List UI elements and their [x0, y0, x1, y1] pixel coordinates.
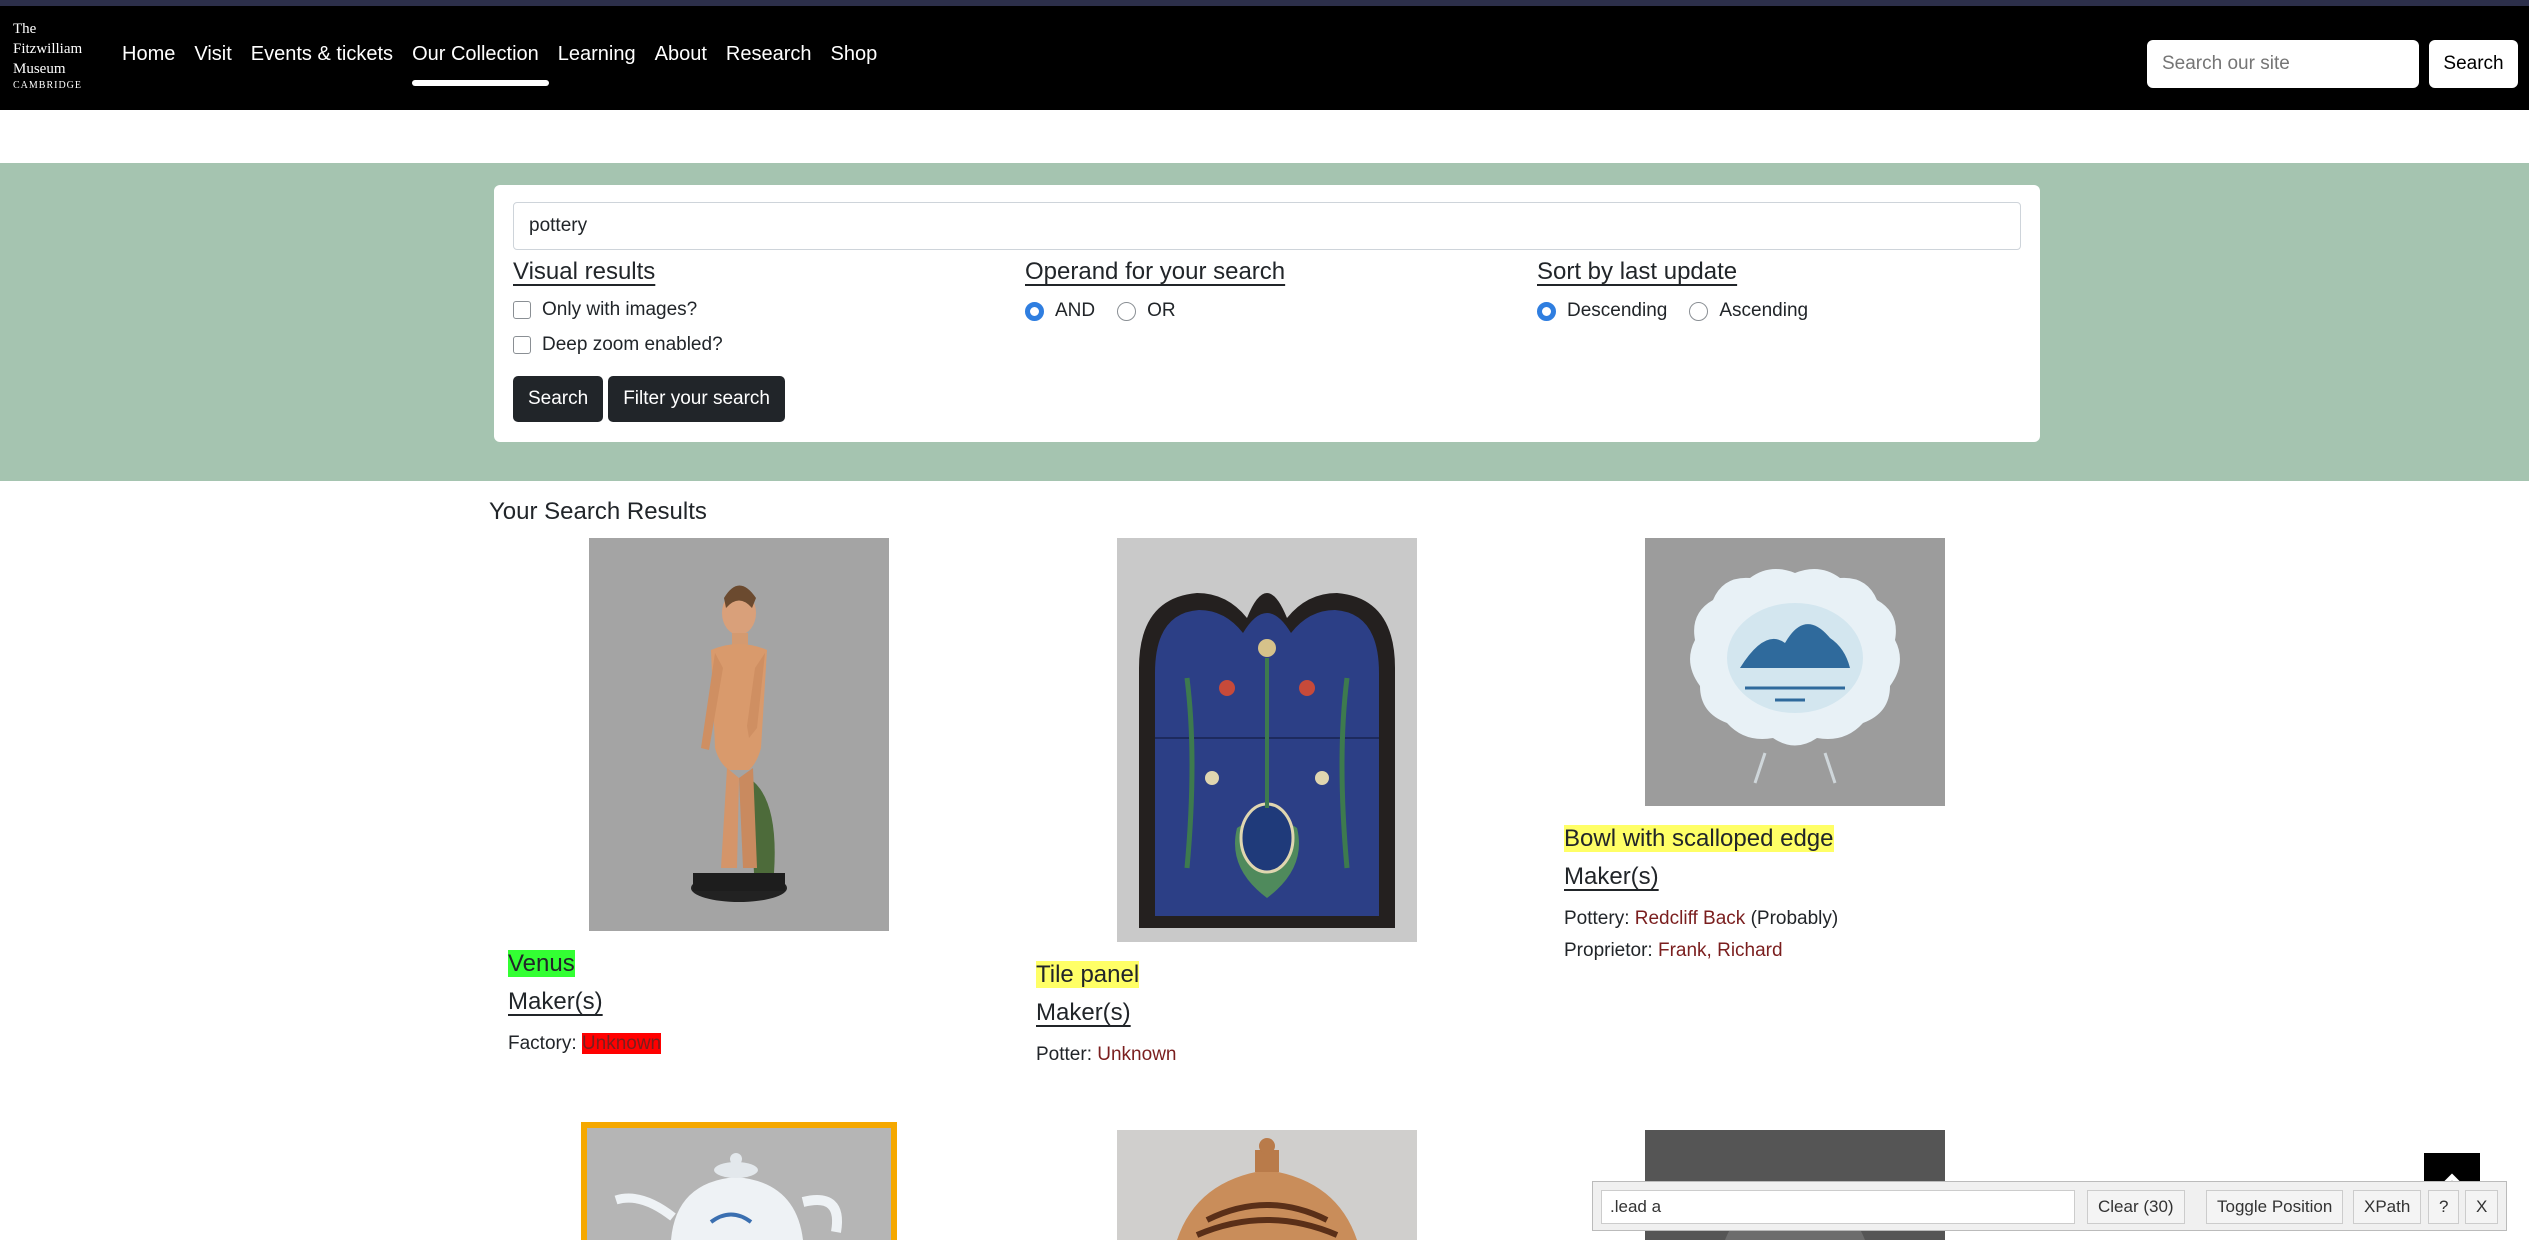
- logo-line: Museum: [13, 61, 66, 77]
- makers-heading: Maker(s): [1564, 863, 1659, 890]
- makers-heading: Maker(s): [508, 988, 603, 1015]
- nav-events[interactable]: Events & tickets: [251, 43, 393, 86]
- logo-line: The: [13, 21, 37, 37]
- result-title-text[interactable]: Tile panel: [1036, 961, 1140, 988]
- result-title[interactable]: Tile panel: [1036, 961, 1140, 989]
- selector-input[interactable]: [1601, 1190, 2075, 1224]
- deep-zoom-option[interactable]: Deep zoom enabled?: [513, 334, 723, 356]
- close-toolbar-button[interactable]: X: [2465, 1190, 2499, 1224]
- maker-qualifier: (Probably): [1750, 908, 1839, 929]
- operand-or[interactable]: OR: [1117, 300, 1176, 322]
- nav-about[interactable]: About: [655, 43, 707, 86]
- maker-role: Proprietor:: [1564, 940, 1653, 961]
- visual-results-title: Visual results: [513, 258, 656, 285]
- results-heading: Your Search Results: [489, 498, 707, 525]
- jar-image[interactable]: [1117, 1130, 1417, 1240]
- maker-role: Factory:: [508, 1033, 577, 1054]
- maker-line: Pottery: Redcliff Back (Probably) Propri…: [1564, 903, 1838, 967]
- sort-ascending[interactable]: Ascending: [1689, 300, 1808, 322]
- result-title[interactable]: Bowl with scalloped edge: [1564, 825, 1834, 853]
- maker-link[interactable]: Frank, Richard: [1658, 940, 1783, 961]
- nav-our-collection[interactable]: Our Collection: [412, 43, 549, 86]
- maker-link[interactable]: Unknown: [1097, 1044, 1176, 1065]
- nav-shop[interactable]: Shop: [831, 43, 878, 86]
- xpath-button[interactable]: XPath: [2353, 1190, 2422, 1224]
- help-button[interactable]: ?: [2428, 1190, 2460, 1224]
- site-header: The Fitzwilliam Museum CAMBRIDGE Home Vi…: [0, 6, 2529, 110]
- logo-subline: CAMBRIDGE: [13, 80, 83, 91]
- or-radio[interactable]: [1117, 301, 1137, 321]
- deep-zoom-label: Deep zoom enabled?: [542, 334, 723, 355]
- museum-logo[interactable]: The Fitzwilliam Museum CAMBRIDGE: [13, 19, 82, 93]
- operand-title: Operand for your search: [1025, 258, 1286, 285]
- result-title[interactable]: Venus: [508, 950, 575, 978]
- sort-descending[interactable]: Descending: [1537, 300, 1667, 322]
- or-label: OR: [1147, 300, 1176, 321]
- sort-title: Sort by last update: [1537, 258, 1738, 285]
- ascending-radio[interactable]: [1689, 301, 1709, 321]
- maker-line: Factory: Unknown: [508, 1028, 662, 1060]
- and-label: AND: [1055, 300, 1096, 321]
- clear-button[interactable]: Clear (30): [2087, 1190, 2185, 1224]
- site-search-input[interactable]: [2147, 40, 2419, 88]
- ascending-label: Ascending: [1719, 300, 1809, 321]
- images-only-option[interactable]: Only with images?: [513, 299, 723, 321]
- images-only-label: Only with images?: [542, 299, 698, 320]
- query-input[interactable]: [513, 202, 2021, 250]
- maker-role: Pottery:: [1564, 908, 1630, 929]
- maker-role: Potter:: [1036, 1044, 1092, 1065]
- bowl-image[interactable]: [1645, 538, 1945, 806]
- descending-label: Descending: [1567, 300, 1668, 321]
- descending-radio[interactable]: [1537, 301, 1556, 321]
- teapot-image-selected[interactable]: [581, 1122, 897, 1240]
- search-card: Visual results Only with images? Deep zo…: [494, 185, 2040, 442]
- makers-heading: Maker(s): [1036, 999, 1131, 1026]
- toggle-position-button[interactable]: Toggle Position: [2206, 1190, 2344, 1224]
- venus-image[interactable]: [589, 538, 889, 931]
- logo-line: Fitzwilliam: [13, 41, 83, 57]
- nav-home[interactable]: Home: [122, 43, 175, 86]
- tile-panel-image[interactable]: [1117, 538, 1417, 942]
- selector-toolbar: Clear (30) Toggle Position XPath ? X: [1592, 1181, 2507, 1231]
- deep-zoom-checkbox[interactable]: [513, 336, 531, 354]
- site-search-button[interactable]: Search: [2429, 40, 2518, 88]
- maker-link[interactable]: Unknown: [581, 1033, 662, 1054]
- nav-learning[interactable]: Learning: [558, 43, 636, 86]
- and-radio[interactable]: [1025, 301, 1044, 321]
- visual-results-group: Visual results Only with images? Deep zo…: [513, 258, 723, 356]
- operand-group: Operand for your search AND OR: [1025, 258, 1285, 322]
- maker-link[interactable]: Redcliff Back: [1635, 908, 1746, 929]
- sort-group: Sort by last update Descending Ascending: [1537, 258, 1830, 322]
- images-only-checkbox[interactable]: [513, 301, 531, 319]
- operand-and[interactable]: AND: [1025, 300, 1095, 322]
- filter-search-button[interactable]: Filter your search: [608, 376, 785, 422]
- nav-visit[interactable]: Visit: [194, 43, 231, 86]
- main-nav: Home Visit Events & tickets Our Collecti…: [122, 43, 896, 86]
- search-button[interactable]: Search: [513, 376, 604, 422]
- result-title-text[interactable]: Venus: [508, 950, 575, 977]
- maker-line: Potter: Unknown: [1036, 1039, 1176, 1071]
- result-title-text[interactable]: Bowl with scalloped edge: [1564, 825, 1834, 852]
- nav-research[interactable]: Research: [726, 43, 812, 86]
